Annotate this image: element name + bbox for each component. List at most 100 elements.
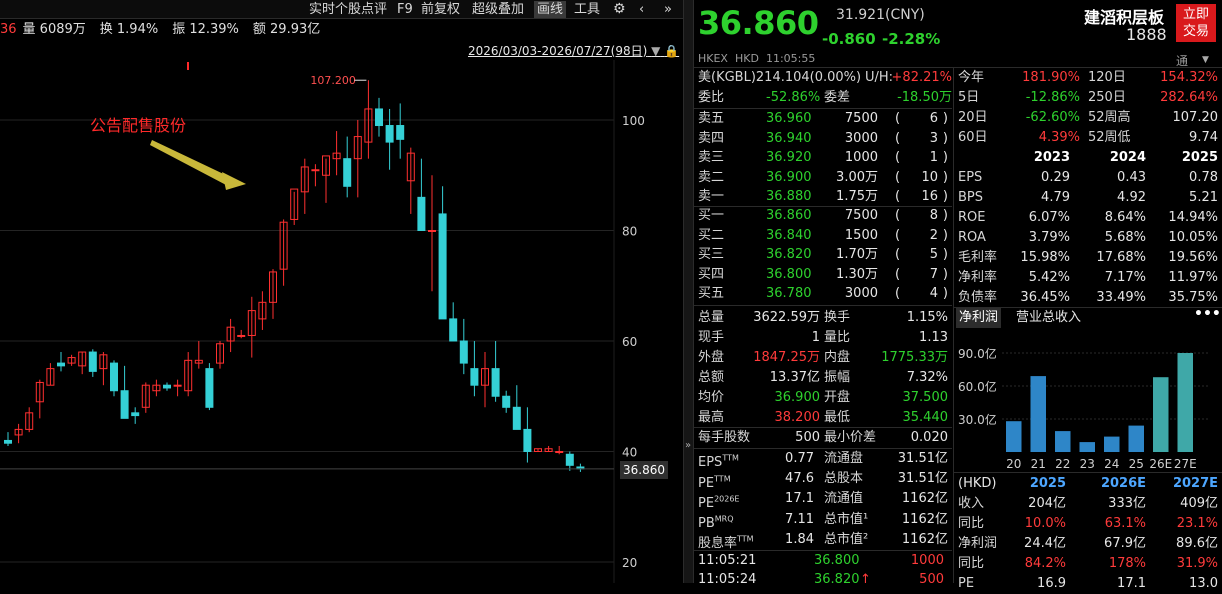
mini-bar[interactable] (1128, 425, 1145, 452)
perf-row: 今年 181.90% 120日 154.32% (958, 68, 1218, 88)
candlestick-chart-area[interactable]: 实时个股点评 F9 前复权 超级叠加 画线 工具 ⚙ ‹ » 36 量 6089万… (0, 0, 683, 583)
candle-body[interactable] (555, 451, 564, 453)
y-tick-label: 20 (622, 556, 637, 570)
perf-label: 120日 (1088, 70, 1126, 85)
valuation-value: 31.51亿 (897, 451, 948, 466)
financials-year: 2024 (1109, 150, 1146, 165)
tick-size-value: 0.020 (910, 430, 948, 445)
candle-body[interactable] (459, 340, 468, 364)
mini-bar[interactable] (1177, 353, 1194, 452)
divider (694, 305, 952, 306)
dropdown-triangle-icon[interactable]: ▼ (1202, 55, 1209, 65)
forecast-currency: (HKD) (958, 476, 997, 491)
ask-row[interactable]: 卖三 36.920 1000 (1) (698, 148, 948, 168)
ask-row[interactable]: 卖五 36.960 7500 (6) (698, 109, 948, 129)
ask-paren-close: ) (942, 169, 948, 185)
bid-row[interactable]: 买四 36.800 1.30万 (7) (698, 265, 948, 285)
candle-body[interactable] (88, 351, 97, 372)
valuation-label: PE2026E (698, 494, 739, 510)
mini-x-tick: 20 (1006, 457, 1021, 471)
mini-bar[interactable] (1079, 442, 1096, 452)
panel-splitter[interactable]: » (683, 0, 694, 583)
stat-value: 37.500 (902, 390, 949, 405)
financials-row: 负债率 36.45% 33.49% 35.75% (958, 288, 1218, 308)
valuation-label: EPSTTM (698, 454, 739, 470)
candle-body[interactable] (205, 368, 214, 408)
tab-net-profit[interactable]: 净利润 (956, 308, 1002, 328)
valuation-row: EPSTTM 0.77 流通盘 31.51亿 (698, 449, 948, 470)
candle-body[interactable] (385, 125, 394, 143)
annotation-text[interactable]: 公告配售股份 (90, 116, 186, 135)
candle-body[interactable] (512, 406, 521, 430)
bid-row[interactable]: 买三 36.820 1.70万 (5) (698, 245, 948, 265)
candle-body[interactable] (173, 384, 182, 387)
bid-paren-open: ( (895, 286, 901, 302)
ask-row[interactable]: 卖二 36.900 3.00万 (10) (698, 168, 948, 188)
forecast-value: 16.9 (1037, 576, 1066, 591)
candle-body[interactable] (57, 362, 65, 367)
candle-body[interactable] (120, 390, 129, 419)
candle-body[interactable] (438, 213, 447, 320)
bid-paren-open: ( (895, 266, 901, 282)
mini-bar[interactable] (1030, 376, 1047, 452)
forecast-label: 净利润 (958, 536, 998, 551)
tick-row: 11:05:24 36.820 ↑ 500 (698, 570, 948, 590)
bid-row[interactable]: 买二 36.840 1500 (2) (698, 226, 948, 246)
candle-body[interactable] (502, 395, 511, 408)
candle-body[interactable] (343, 158, 352, 187)
candle-body[interactable] (491, 368, 500, 397)
ask-count: 3 (929, 130, 938, 146)
financials-row: 毛利率 15.98% 17.68% 19.56% (958, 248, 1218, 268)
perf-row: 20日 -62.60% 52周高 107.20 (958, 108, 1218, 128)
valuation-value: 1162亿 (901, 531, 948, 547)
financials-row: EPS 0.29 0.43 0.78 (958, 168, 1218, 188)
bid-price: 36.860 (766, 208, 812, 223)
candle-body[interactable] (523, 428, 532, 452)
candle-body[interactable] (565, 453, 574, 466)
financials-value: 17.68% (1096, 250, 1146, 265)
candle-body[interactable] (470, 368, 479, 386)
more-icon[interactable]: ••• (1194, 306, 1221, 322)
financials-value: 4.79 (1041, 190, 1070, 205)
candle-body[interactable] (4, 439, 12, 444)
lot-label: 每手股数 (698, 430, 751, 445)
ask-count: 10 (921, 169, 938, 185)
valuation-label: 流通盘 (824, 451, 864, 466)
candle-body[interactable] (449, 318, 458, 342)
ask-row[interactable]: 卖四 36.940 3000 (3) (698, 129, 948, 149)
ask-row[interactable]: 卖一 36.880 1.75万 (16) (698, 187, 948, 207)
candle-body[interactable] (417, 196, 426, 232)
candle-body[interactable] (163, 384, 171, 389)
candle-body[interactable] (375, 108, 383, 127)
bid-row[interactable]: 买一 36.860 7500 (8) (698, 206, 948, 226)
mini-bar[interactable] (1006, 421, 1022, 452)
valuation-value: 31.51亿 (897, 471, 948, 487)
trade-now-button[interactable]: 立即交易 (1176, 4, 1216, 42)
expand-icon[interactable]: » (685, 440, 691, 451)
candle-body[interactable] (396, 125, 405, 140)
forecast-value: 13.0 (1189, 576, 1218, 591)
financials-label: ROA (958, 230, 986, 245)
last-price-tag: 36.860 (620, 461, 668, 479)
tab-total-revenue[interactable]: 营业总收入 (1016, 308, 1081, 328)
y-tick-label: 60 (622, 335, 637, 349)
candle-body[interactable] (237, 334, 246, 337)
adr-row: 美(KGBL)214.104(0.00%) U/H: +82.21% (698, 68, 952, 88)
candle-body[interactable] (311, 169, 320, 172)
perf-value: -12.86% (1025, 90, 1080, 105)
candle-body[interactable] (131, 412, 140, 417)
ask-label: 卖三 (698, 150, 725, 166)
candle-body[interactable] (110, 362, 118, 392)
mini-bar[interactable] (1153, 377, 1169, 452)
financials-value: 4.92 (1117, 190, 1146, 205)
perf-label: 今年 (958, 70, 985, 85)
stat-label: 最低 (824, 410, 851, 425)
lot-row: 每手股数 500 最小价差 0.020 (698, 428, 948, 448)
bid-row[interactable]: 买五 36.780 3000 (4) (698, 284, 948, 304)
forecast-value: 178% (1108, 556, 1146, 571)
valuation-value: 1162亿 (901, 511, 948, 527)
mini-bar[interactable] (1104, 436, 1120, 452)
forecast-value: 63.1% (1104, 516, 1146, 531)
mini-bar[interactable] (1055, 431, 1071, 452)
candle-body[interactable] (428, 230, 436, 232)
